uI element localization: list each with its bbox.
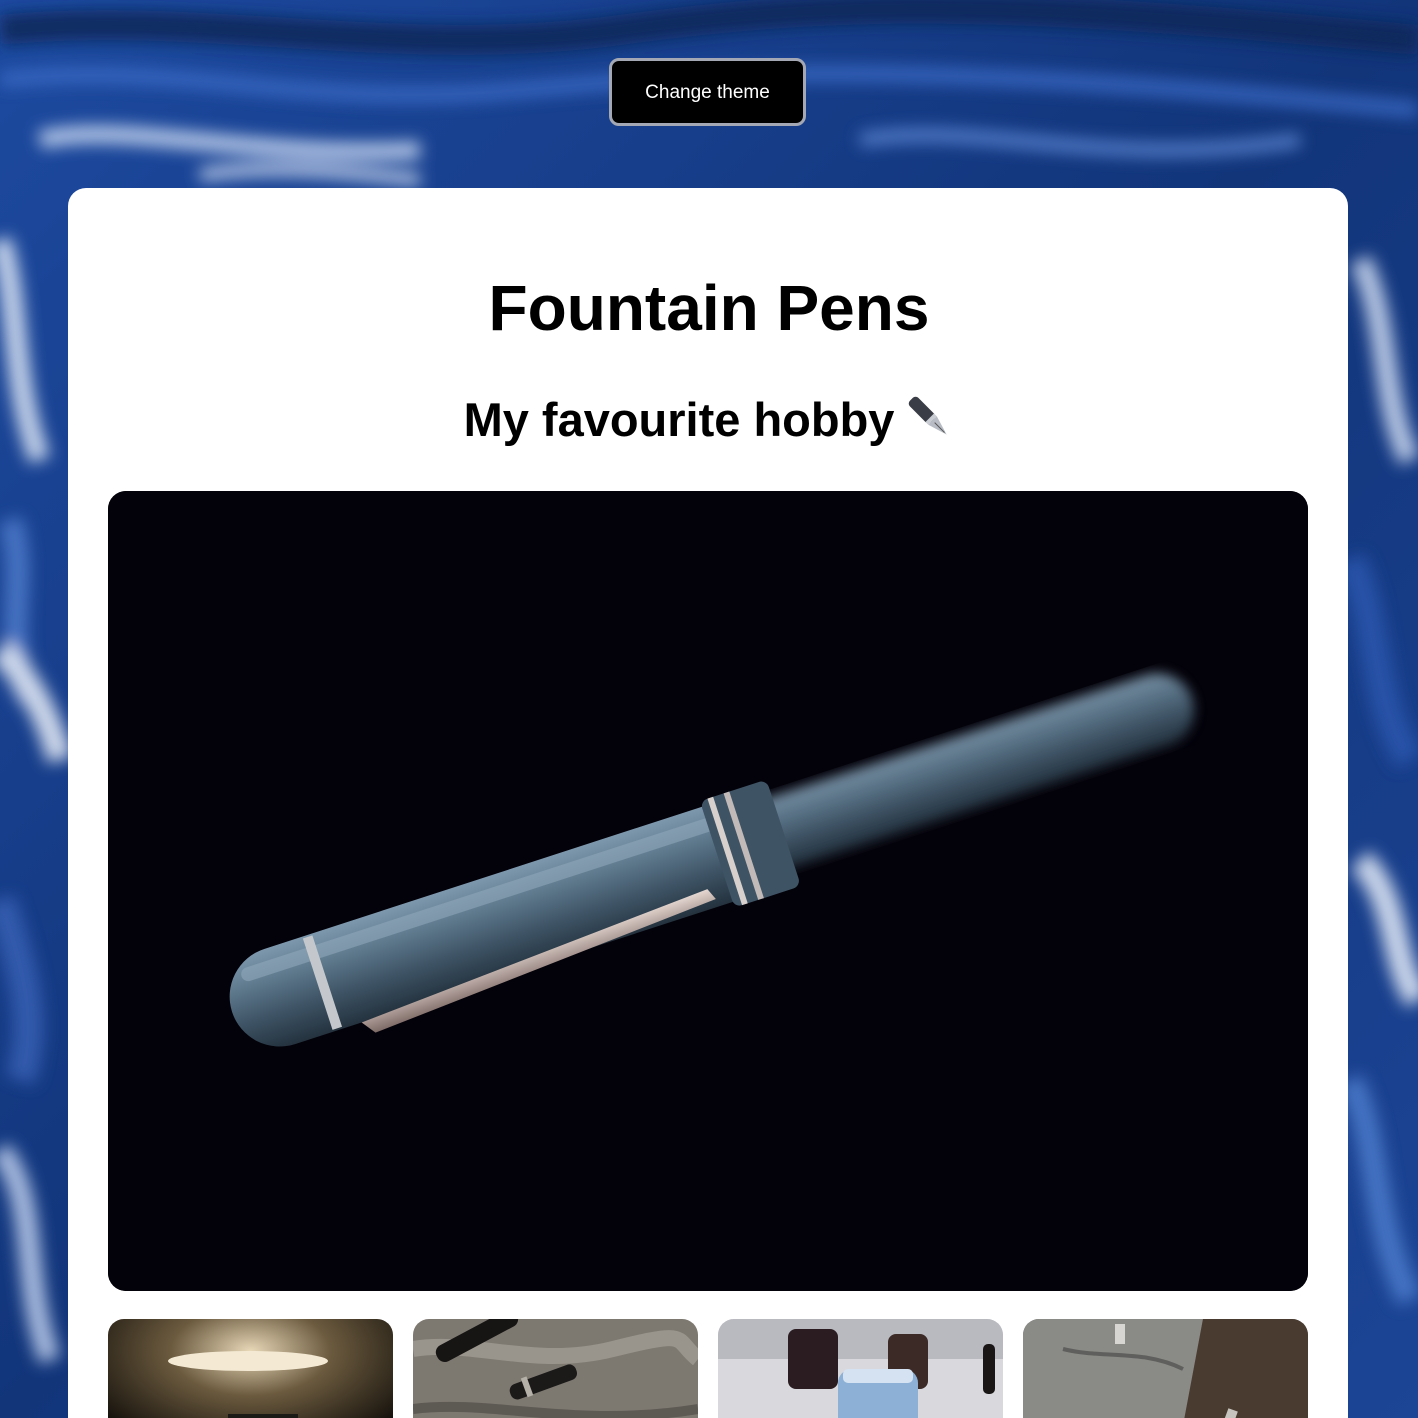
page-title: Fountain Pens — [488, 272, 930, 344]
page: Change theme Fountain Pens My favourite … — [0, 0, 1418, 1418]
hero-pen-image — [108, 491, 1308, 1291]
thumbnail-image[interactable] — [413, 1319, 698, 1418]
thumbnail-image[interactable] — [718, 1319, 1003, 1418]
change-theme-button[interactable]: Change theme — [609, 58, 806, 126]
fountain-pen-icon — [904, 392, 954, 456]
thumbnail-image[interactable] — [108, 1319, 393, 1418]
page-subtitle: My favourite hobby — [0, 390, 1418, 456]
thumbnail-image[interactable] — [1023, 1319, 1308, 1418]
subtitle-text: My favourite hobby — [463, 393, 895, 446]
